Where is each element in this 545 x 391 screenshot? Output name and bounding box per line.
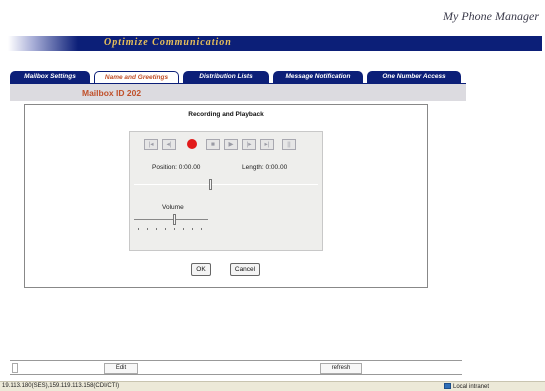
tab-name-and-greetings[interactable]: Name and Greetings [94,71,179,83]
record-icon [187,139,197,149]
media-player: |◂ ◂| ■ ▶ |▸ ▸| || Position: 0:00.00 Len… [129,131,323,251]
refresh-button[interactable]: refresh [320,363,362,374]
tab-distribution-lists[interactable]: Distribution Lists [183,71,269,83]
ok-button[interactable]: OK [191,263,211,276]
skip-to-end-icon[interactable]: ▸| [260,139,274,150]
mailbox-bar: Mailbox ID 202 [10,83,466,101]
length-label: Length: 0:00.00 [242,164,288,171]
panel-title: Recording and Playback [188,111,264,118]
step-forward-icon[interactable]: |▸ [242,139,256,150]
bottom-left-box [12,363,18,373]
banner-text: Optimize Communication [104,37,232,48]
banner: Optimize Communication [8,36,542,51]
step-back-icon[interactable]: ◂| [162,139,176,150]
volume-slider-track[interactable] [134,219,208,220]
tab-one-number-access[interactable]: One Number Access [367,71,461,83]
cancel-button[interactable]: Cancel [230,263,260,276]
tab-mailbox-settings[interactable]: Mailbox Settings [10,71,90,83]
position-label: Position: 0:00.00 [152,164,201,171]
intranet-zone-icon [444,383,451,389]
position-slider-thumb[interactable] [209,179,213,190]
tab-message-notification[interactable]: Message Notification [273,71,363,83]
edit-button[interactable]: Edit [104,363,138,374]
bottom-toolbar: Edit refresh [10,360,462,375]
volume-label: Volume [162,204,184,211]
volume-slider-thumb[interactable] [172,214,176,225]
zone-label: Local intranet [453,384,490,390]
banner-gradient [8,36,78,51]
app-title: My Phone Manager [443,9,539,23]
security-zone: Local intranet [444,383,489,390]
volume-ticks [138,228,206,230]
position-slider-track[interactable] [134,184,318,185]
stop-icon[interactable]: ■ [206,139,220,150]
mailbox-id-label: Mailbox ID 202 [82,88,142,98]
record-button[interactable] [185,139,199,150]
skip-to-start-icon[interactable]: |◂ [144,139,158,150]
play-icon[interactable]: ▶ [224,139,238,150]
pause-icon[interactable]: || [282,139,296,150]
status-text: 19.113.180(SES),159.119.113.158(CDI/CTI) [2,383,120,389]
browser-status-bar: 19.113.180(SES),159.119.113.158(CDI/CTI)… [0,381,545,391]
recording-panel: Recording and Playback |◂ ◂| ■ ▶ |▸ ▸| |… [24,104,428,288]
